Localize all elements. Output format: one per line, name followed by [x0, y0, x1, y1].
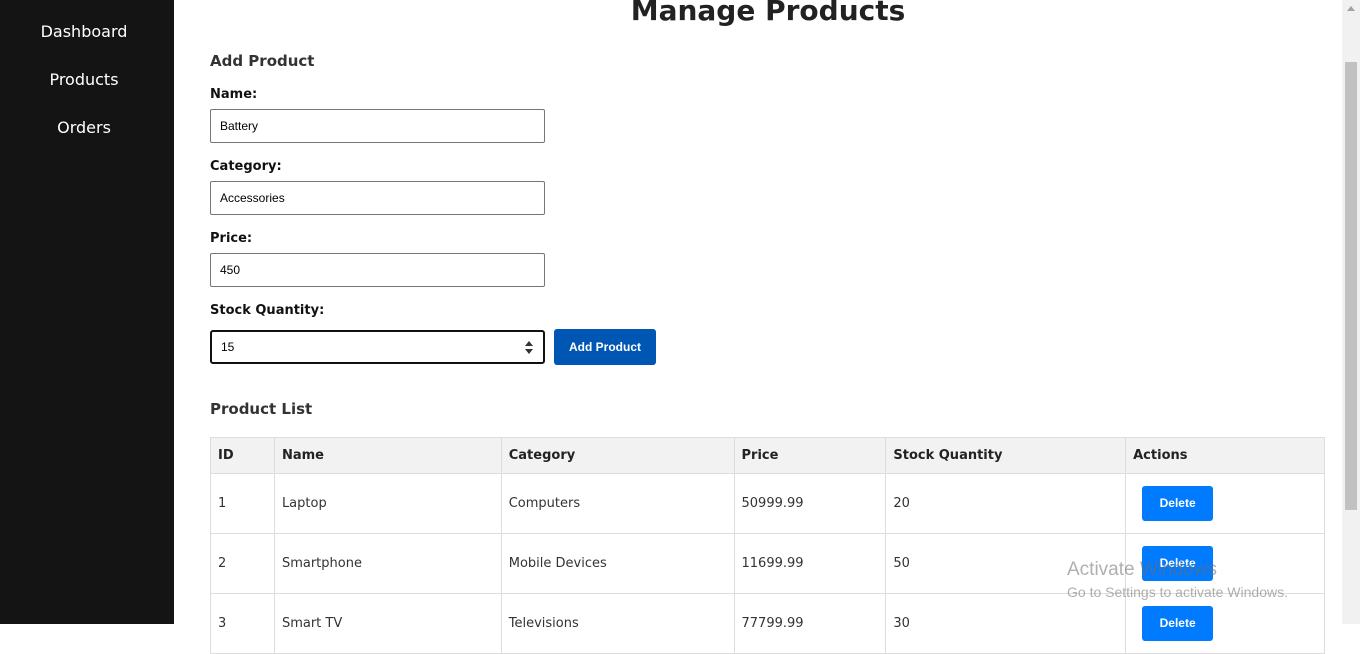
cell-stock: 20 — [885, 473, 1127, 534]
cell-stock: 50 — [885, 533, 1127, 594]
sidebar-item-orders[interactable]: Orders — [0, 118, 168, 137]
cell-price: 50999.99 — [733, 473, 887, 534]
price-label: Price: — [210, 231, 253, 246]
column-header-stock-quantity: Stock Quantity — [885, 437, 1127, 474]
stock-quantity-value: 15 — [221, 340, 235, 354]
cell-name: Smartphone — [273, 533, 502, 594]
cell-price: 11699.99 — [733, 533, 887, 594]
table-row: 2 Smartphone Mobile Devices 11699.99 50 … — [210, 533, 1325, 594]
cell-category: Mobile Devices — [500, 533, 735, 594]
column-header-category: Category — [500, 437, 735, 474]
category-input[interactable]: Accessories — [210, 181, 545, 215]
column-header-name: Name — [273, 437, 502, 474]
cell-actions: Delete — [1125, 533, 1325, 594]
stock-quantity-input[interactable]: 15 — [210, 330, 545, 364]
column-header-id: ID — [210, 437, 275, 474]
product-list-heading: Product List — [210, 400, 313, 418]
product-table: ID Name Category Price Stock Quantity Ac… — [210, 437, 1325, 654]
sidebar-item-dashboard[interactable]: Dashboard — [0, 22, 168, 41]
category-label: Category: — [210, 159, 282, 174]
table-row: 1 Laptop Computers 50999.99 20 Delete — [210, 473, 1325, 534]
scrollbar-thumb[interactable] — [1345, 62, 1357, 510]
number-spinner-icon[interactable] — [525, 341, 533, 355]
column-header-actions: Actions — [1125, 437, 1325, 474]
delete-button[interactable]: Delete — [1142, 486, 1214, 521]
delete-button[interactable]: Delete — [1142, 546, 1214, 581]
vertical-scrollbar[interactable] — [1342, 0, 1360, 624]
sidebar: Dashboard Products Orders — [0, 0, 174, 624]
cell-actions: Delete — [1125, 473, 1325, 534]
main-content: Manage Products Add Product Name: Batter… — [174, 0, 1342, 654]
column-header-price: Price — [733, 437, 887, 474]
table-header-row: ID Name Category Price Stock Quantity Ac… — [210, 437, 1325, 474]
price-input[interactable]: 450 — [210, 253, 545, 287]
name-label: Name: — [210, 87, 258, 102]
add-product-button[interactable]: Add Product — [554, 329, 656, 365]
add-product-heading: Add Product — [210, 52, 315, 70]
cell-id: 2 — [210, 533, 275, 594]
name-input[interactable]: Battery — [210, 109, 545, 143]
stock-quantity-label: Stock Quantity: — [210, 303, 325, 318]
scroll-up-arrow-icon[interactable] — [1347, 6, 1355, 11]
cell-category: Computers — [500, 473, 735, 534]
cell-id: 1 — [210, 473, 275, 534]
cell-name: Laptop — [273, 473, 502, 534]
sidebar-item-products[interactable]: Products — [0, 70, 168, 89]
page-title: Manage Products — [630, 0, 906, 27]
